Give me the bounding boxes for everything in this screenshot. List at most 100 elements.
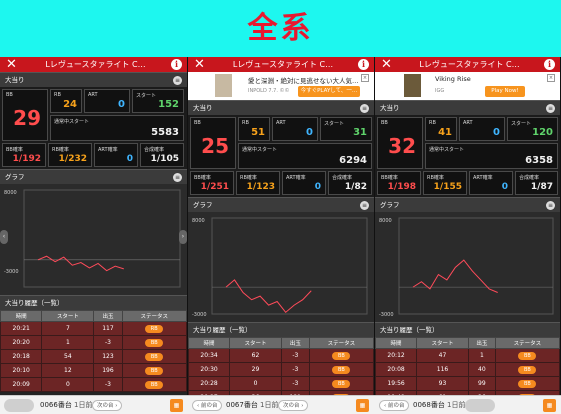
close-icon[interactable]: ✕	[194, 57, 205, 72]
ad-thumbnail	[215, 74, 232, 97]
rb-label: RB	[54, 92, 61, 98]
table-row[interactable]: 20:09 0 -3 BB	[0, 377, 187, 392]
slump-graph: 8000 -3000	[375, 212, 560, 322]
total-rate-label: 合成確率	[144, 147, 165, 153]
ad-cta-button[interactable]: 今すぐPLAYして、一…	[298, 86, 360, 97]
table-cell: 0	[229, 376, 282, 391]
rb-label: RB	[242, 120, 249, 126]
history-table: 時間 スタート 出玉 ステータス 20:12 47 1 BB 20:08 116 40 BB 19:56…	[375, 337, 560, 395]
calendar-icon[interactable]: ▦	[356, 399, 369, 412]
table-row[interactable]: 19:56 93 99 BB	[375, 376, 560, 391]
bonus-section-header: 大当り ≡	[188, 100, 374, 115]
bb-label: BB	[194, 120, 201, 126]
table-row[interactable]: 20:18 54 123 BB	[0, 349, 187, 364]
status-cell: BB	[494, 348, 560, 363]
table-cell: 20:21	[0, 321, 43, 336]
status-badge: BB	[332, 351, 351, 360]
menu-icon[interactable]: ≡	[360, 104, 369, 113]
tsujo-start-cell: 通常中スタート 6358	[425, 143, 558, 169]
art-rate: 0	[126, 154, 133, 164]
machine-title: Lレヴュースタァライト C…	[45, 60, 146, 69]
status-cell: BB	[121, 335, 187, 350]
art-count-cell: ART 0	[84, 89, 130, 113]
ad-cta-button[interactable]: Play Now!	[485, 86, 525, 97]
slump-line	[225, 279, 312, 314]
calendar-icon[interactable]: ▦	[170, 399, 183, 412]
calendar-icon[interactable]: ▦	[543, 399, 556, 412]
next-machine-button[interactable]: 次の台 ›	[92, 400, 123, 411]
slump-line	[412, 259, 498, 293]
title-banner: 全系	[0, 0, 561, 57]
table-cell: 20:18	[0, 349, 43, 364]
ad-close-icon[interactable]: ×	[361, 74, 369, 82]
total-rate: 1/87	[530, 182, 553, 192]
status-cell: BB	[308, 376, 374, 391]
slump-graph: 8000 -3000	[0, 184, 187, 295]
total-rate-label: 合成確率	[332, 175, 353, 181]
stats-grid: BB 32 RB 41 ART 0 スタート 120 通常中スタート 6358 BB確率 1…	[375, 115, 560, 197]
menu-icon[interactable]: ≡	[173, 173, 182, 182]
status-cell: BB	[494, 376, 560, 391]
close-icon[interactable]: ✕	[6, 57, 17, 72]
table-row[interactable]: 20:28 0 -3 BB	[188, 376, 374, 391]
prev-machine-button[interactable]: ‹ 前の台	[379, 400, 410, 411]
menu-icon[interactable]: ≡	[546, 104, 555, 113]
table-cell: 196	[93, 363, 123, 378]
close-icon[interactable]: ✕	[381, 57, 392, 72]
ad-title: Viking Rise	[435, 75, 471, 83]
table-row[interactable]: 20:10 12 196 BB	[0, 363, 187, 378]
table-row[interactable]: 20:21 7 117 RB	[0, 321, 187, 336]
slump-graph: 8000 -3000	[188, 212, 374, 322]
machine-title: Lレヴュースタァライト C…	[419, 60, 520, 69]
menu-icon[interactable]: ≡	[360, 201, 369, 210]
art-count: 0	[118, 99, 125, 110]
info-icon[interactable]: i	[544, 59, 555, 70]
bb-count-cell: BB 29	[2, 89, 48, 141]
tsujo-start: 6358	[525, 155, 553, 166]
table-row[interactable]: 20:08 116 40 BB	[375, 362, 560, 377]
total-rate-cell: 合成確率 1/87	[515, 171, 558, 195]
y-max-label: 8000	[4, 190, 17, 196]
bb-rate-cell: BB確率 1/192	[2, 143, 46, 167]
ad-banner[interactable]: 愛と深淵・絶対に見逃せない大人気… INPOLD 7.7. ©© 今すぐPLAY…	[188, 72, 374, 100]
art-rate-cell: ART確率 0	[469, 171, 513, 195]
bonus-section-header: 大当り ≡	[375, 100, 560, 115]
history-section-header: 大当り履歴（一覧）	[188, 322, 374, 337]
prev-machine-button[interactable]: ‹ 前の台	[192, 400, 223, 411]
rb-count-cell: RB 41	[425, 117, 457, 141]
table-row[interactable]: 20:30 29 -3 BB	[188, 362, 374, 377]
table-row[interactable]: 20:12 47 1 BB	[375, 348, 560, 363]
info-icon[interactable]: i	[358, 59, 369, 70]
bb-rate-cell: BB確率 1/251	[190, 171, 234, 195]
menu-icon[interactable]: ≡	[546, 201, 555, 210]
ad-banner[interactable]: Viking Rise IGG Play Now! ×	[375, 72, 560, 100]
menu-icon[interactable]: ≡	[173, 76, 182, 85]
rb-count-cell: RB 51	[238, 117, 270, 141]
ad-close-icon[interactable]: ×	[547, 74, 555, 82]
scroll-left-icon[interactable]: ‹	[0, 230, 8, 244]
rb-rate: 1/232	[58, 154, 87, 164]
stats-grid: BB 29 RB 24 ART 0 スタート 152 通常中スタート 5583 BB確率 1…	[0, 87, 187, 169]
table-row[interactable]: 20:34 62 -3 BB	[188, 348, 374, 363]
table-cell: -3	[280, 376, 310, 391]
bb-rate: 1/192	[12, 154, 41, 164]
rb-rate-cell: RB確率 1/155	[423, 171, 467, 195]
next-placeholder	[465, 399, 495, 412]
scroll-right-icon[interactable]: ›	[179, 230, 187, 244]
graph-frame	[23, 189, 181, 288]
footer-nav-1: 0066番台 1日前 次の台 › ▦	[0, 395, 188, 414]
next-machine-button[interactable]: 次の台 ›	[278, 400, 309, 411]
start-label: スタート	[136, 93, 157, 99]
table-cell: 93	[416, 376, 469, 391]
bb-count: 25	[201, 134, 229, 158]
table-header-row: 時間 スタート 出玉 ステータス	[188, 337, 374, 349]
info-icon[interactable]: i	[171, 59, 182, 70]
table-row[interactable]: 20:20 1 -3 BB	[0, 335, 187, 350]
tsujo-label: 通常中スタート	[429, 147, 465, 153]
y-min-label: -3000	[379, 312, 394, 318]
history-section-header: 大当り履歴（一覧）	[0, 295, 187, 310]
history-table: 時間 スタート 出玉 ステータス 20:34 62 -3 BB 20:30 29 -3 BB 20:28…	[188, 337, 374, 395]
machine-number: 0067番台	[226, 401, 258, 409]
bonus-section-header: 大当り ≡	[0, 72, 187, 87]
art-rate-cell: ART確率 0	[282, 171, 326, 195]
